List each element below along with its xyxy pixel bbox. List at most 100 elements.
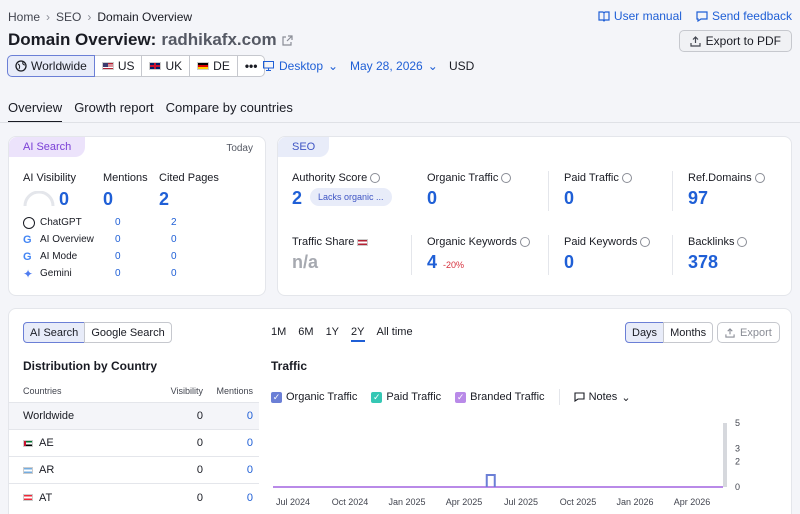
- series-spike[interactable]: [485, 474, 496, 487]
- us-flag-icon: [357, 238, 369, 246]
- seo-badge: SEO: [278, 137, 330, 157]
- ref-domains-label: Ref.Domains: [688, 172, 765, 184]
- x-tick-label: Jan 2025: [388, 497, 425, 507]
- organic-keywords-value[interactable]: 4: [427, 252, 437, 273]
- legend-organic[interactable]: ✓ Organic Traffic: [271, 391, 357, 403]
- checkbox-icon: ✓: [455, 391, 467, 403]
- organic-traffic-label: Organic Traffic: [427, 172, 512, 184]
- list-item: G AI Mode 0 0: [23, 250, 177, 263]
- y-tick-label: 3: [735, 444, 740, 454]
- ai-search-card: AI Search Today AI Visibility 0 Mentions…: [8, 136, 266, 296]
- authority-score-value[interactable]: 2: [292, 188, 302, 209]
- info-icon[interactable]: [370, 173, 381, 183]
- ai-platform-list: ChatGPT 0 2 G AI Overview 0 0 G AI Mode …: [23, 214, 253, 282]
- range-2y[interactable]: 2Y: [351, 326, 365, 342]
- notes-dropdown[interactable]: Notes ⌄: [574, 391, 631, 404]
- uk-flag-icon: [149, 62, 162, 70]
- traffic-share-value: n/a: [292, 252, 319, 272]
- info-icon[interactable]: [501, 173, 512, 183]
- export-icon: [690, 35, 701, 47]
- ref-domains-value[interactable]: 97: [688, 188, 708, 209]
- authority-tag[interactable]: Lacks organic ...: [310, 188, 392, 206]
- cited-pages-value[interactable]: 2: [159, 189, 169, 210]
- external-link-icon[interactable]: [281, 34, 293, 46]
- table-row[interactable]: AR 0 0: [9, 457, 259, 484]
- at-flag-icon: [23, 494, 33, 501]
- range-1y[interactable]: 1Y: [326, 326, 339, 342]
- legend-paid[interactable]: ✓ Paid Traffic: [371, 391, 441, 403]
- chatgpt-icon: [23, 216, 35, 229]
- geo-worldwide[interactable]: Worldwide: [7, 55, 95, 77]
- google-icon: G: [23, 250, 32, 263]
- x-tick-label: Oct 2025: [560, 497, 597, 507]
- y-tick-label: 5: [735, 418, 740, 428]
- divider: [672, 235, 673, 275]
- book-icon: [598, 10, 610, 22]
- export-pdf-button[interactable]: Export to PDF: [678, 30, 792, 52]
- ai-visibility-value[interactable]: 0: [59, 189, 69, 210]
- x-tick-label: Oct 2024: [332, 497, 369, 507]
- tab-compare-countries[interactable]: Compare by countries: [166, 100, 293, 123]
- divider: [672, 171, 673, 211]
- breadcrumb-seo[interactable]: SEO: [56, 10, 81, 24]
- paid-traffic-label: Paid Traffic: [564, 172, 632, 184]
- chevron-right-icon: ›: [46, 10, 51, 24]
- backlinks-label: Backlinks: [688, 236, 748, 248]
- breadcrumb-home[interactable]: Home: [8, 10, 40, 24]
- chevron-down-icon: ⌄: [427, 59, 438, 73]
- backlinks-value[interactable]: 378: [688, 252, 718, 273]
- geo-de[interactable]: DE: [189, 55, 238, 77]
- chevron-down-icon: ⌄: [621, 391, 631, 404]
- geo-uk[interactable]: UK: [141, 55, 191, 77]
- toggle-months[interactable]: Months: [663, 322, 714, 343]
- send-feedback-link[interactable]: Send feedback: [696, 9, 792, 23]
- seo-card: SEO Authority Score 2 Lacks organic ... …: [277, 136, 792, 296]
- header-links: User manual Send feedback: [598, 9, 792, 23]
- geo-us[interactable]: US: [93, 55, 143, 77]
- export-button[interactable]: Export: [717, 322, 780, 343]
- mentions-value[interactable]: 0: [103, 189, 113, 210]
- legend-branded[interactable]: ✓ Branded Traffic: [455, 391, 545, 403]
- list-item: ChatGPT 0 2: [23, 214, 253, 231]
- user-manual-link[interactable]: User manual: [598, 9, 682, 23]
- list-item: G AI Overview 0 0: [23, 233, 177, 246]
- date-select[interactable]: May 28, 2026 ⌄: [350, 59, 438, 73]
- checkbox-icon: ✓: [271, 391, 282, 403]
- ai-search-badge: AI Search: [9, 137, 86, 157]
- info-icon[interactable]: [519, 237, 530, 247]
- mentions-label: Mentions: [103, 172, 148, 184]
- tab-overview[interactable]: Overview: [8, 100, 63, 123]
- range-6m[interactable]: 6M: [298, 326, 313, 342]
- organic-traffic-value[interactable]: 0: [427, 188, 437, 209]
- distribution-title: Distribution by Country: [23, 359, 157, 373]
- paid-keywords-value[interactable]: 0: [564, 252, 574, 273]
- info-icon[interactable]: [737, 237, 748, 247]
- globe-icon: [15, 60, 27, 72]
- toggle-google-search[interactable]: Google Search: [84, 322, 172, 343]
- tab-growth-report[interactable]: Growth report: [74, 100, 153, 123]
- range-1m[interactable]: 1M: [271, 326, 286, 342]
- today-label: Today: [226, 143, 253, 154]
- y-tick-label: 2: [735, 456, 740, 466]
- traffic-share-label: Traffic Share: [292, 236, 369, 248]
- device-select[interactable]: Desktop ⌄: [263, 59, 338, 73]
- authority-score-label: Authority Score: [292, 172, 381, 184]
- range-all-time[interactable]: All time: [377, 326, 413, 342]
- table-row[interactable]: AT 0 0: [9, 484, 259, 511]
- chevron-down-icon: ⌄: [328, 59, 339, 73]
- paid-traffic-value[interactable]: 0: [564, 188, 574, 209]
- database-selector: Worldwide US UK DE •••: [7, 55, 266, 77]
- trends-card: AI Search Google Search 1M 6M 1Y 2Y All …: [8, 308, 792, 514]
- toggle-days[interactable]: Days: [625, 322, 665, 343]
- info-icon[interactable]: [754, 173, 765, 183]
- toggle-ai-search[interactable]: AI Search: [23, 322, 86, 343]
- table-row[interactable]: AE 0 0: [9, 430, 259, 457]
- divider: [548, 235, 549, 275]
- info-icon[interactable]: [640, 237, 651, 247]
- table-row[interactable]: Worldwide 0 0: [9, 403, 259, 430]
- de-flag-icon: [197, 62, 210, 70]
- info-icon[interactable]: [621, 173, 632, 183]
- visibility-gauge-icon: [23, 191, 55, 207]
- more-countries-button[interactable]: •••: [236, 55, 266, 77]
- divider: [548, 171, 549, 211]
